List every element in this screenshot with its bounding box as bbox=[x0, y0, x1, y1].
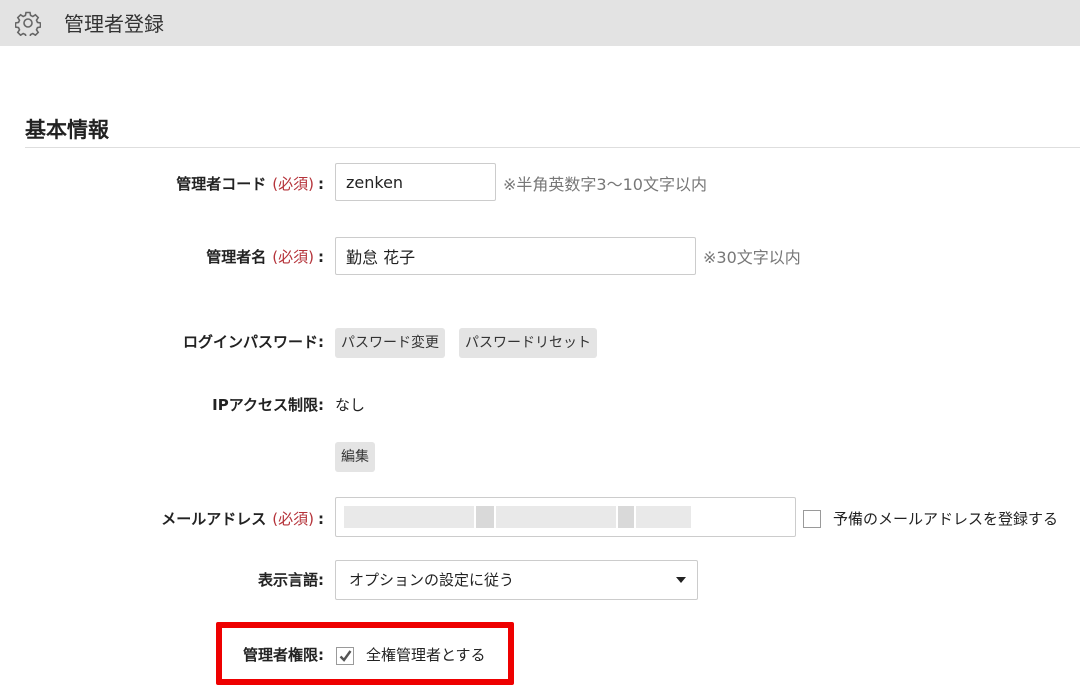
required-mark: (必須) bbox=[272, 510, 314, 528]
display-language-value: オプションの設定に従う bbox=[349, 571, 515, 589]
required-mark: (必須) bbox=[272, 248, 314, 266]
caret-down-icon bbox=[676, 577, 686, 583]
ip-access-edit-button[interactable]: 編集 bbox=[335, 442, 375, 472]
backup-email-checkbox[interactable] bbox=[803, 510, 821, 528]
backup-email-label: 予備のメールアドレスを登録する bbox=[833, 510, 1059, 528]
required-mark: (必須) bbox=[272, 175, 314, 193]
page-header: 管理者登録 bbox=[0, 0, 1080, 46]
page-title: 管理者登録 bbox=[64, 12, 164, 36]
ip-access-value: なし bbox=[335, 396, 366, 414]
checkmark-icon bbox=[339, 650, 352, 662]
redacted-block bbox=[618, 506, 634, 528]
full-admin-label: 全権管理者とする bbox=[366, 646, 486, 664]
ip-access-label: IPアクセス制限: bbox=[212, 396, 324, 414]
admin-code-label: 管理者コード (必須): bbox=[176, 175, 324, 193]
admin-name-label: 管理者名 (必須): bbox=[206, 248, 324, 266]
section-divider bbox=[25, 147, 1080, 148]
email-input[interactable] bbox=[335, 497, 796, 537]
login-password-label: ログインパスワード: bbox=[183, 333, 324, 351]
redacted-block bbox=[636, 506, 691, 528]
gear-icon bbox=[14, 10, 42, 39]
section-title: 基本情報 bbox=[25, 118, 109, 142]
redacted-block bbox=[496, 506, 616, 528]
admin-name-hint: ※30文字以内 bbox=[703, 248, 801, 267]
admin-authority-label: 管理者権限: bbox=[243, 646, 324, 664]
redacted-block bbox=[344, 506, 474, 528]
display-language-select[interactable]: オプションの設定に従う bbox=[335, 560, 698, 600]
admin-name-input[interactable] bbox=[335, 237, 696, 275]
full-admin-checkbox[interactable] bbox=[336, 647, 354, 665]
redacted-block bbox=[476, 506, 494, 528]
password-reset-button[interactable]: パスワードリセット bbox=[459, 328, 597, 358]
admin-code-input[interactable] bbox=[335, 163, 496, 201]
admin-code-hint: ※半角英数字3～10文字以内 bbox=[503, 175, 707, 194]
password-change-button[interactable]: パスワード変更 bbox=[335, 328, 445, 358]
display-language-label: 表示言語: bbox=[258, 571, 324, 589]
email-label: メールアドレス (必須): bbox=[161, 510, 324, 528]
